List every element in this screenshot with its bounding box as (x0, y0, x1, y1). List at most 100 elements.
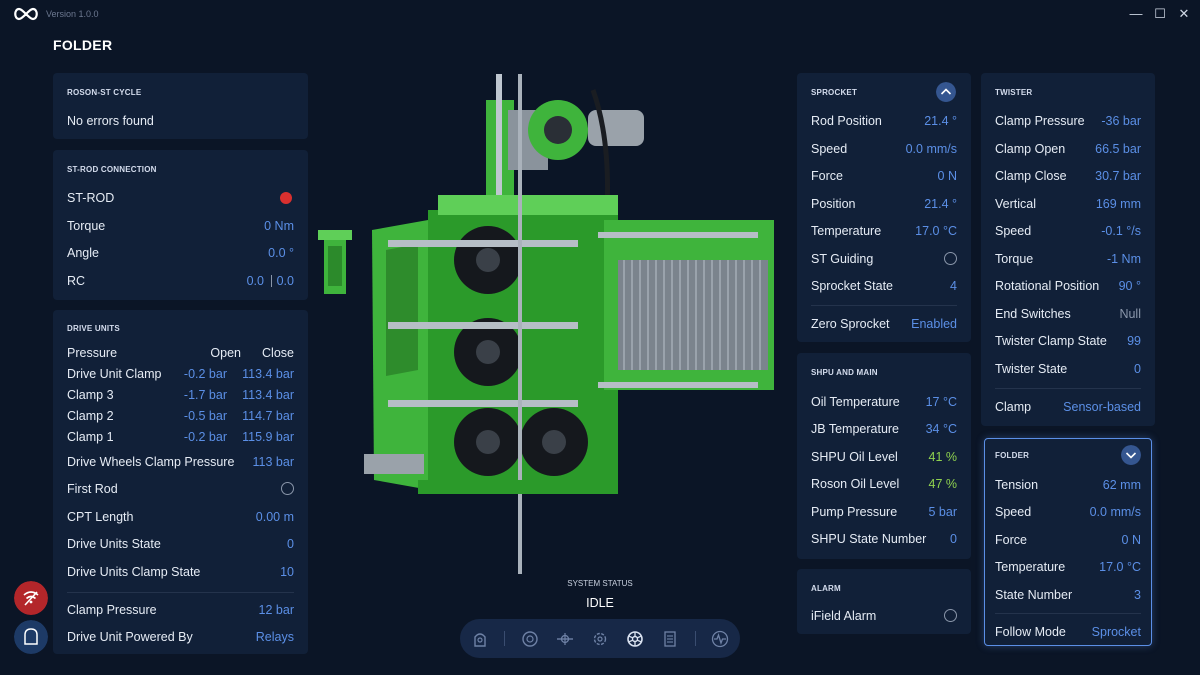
close-header: Close (262, 346, 294, 360)
row-name: Drive Unit Clamp (67, 367, 162, 381)
speed-label: Speed (995, 505, 1032, 519)
oil-temperature-label: Oil Temperature (811, 395, 900, 409)
clamp-pressure-label: Clamp Pressure (995, 114, 1085, 128)
row-open: -0.2 bar (183, 367, 227, 381)
roson-oil-level-value: 47 % (928, 477, 958, 491)
shpu-state-label: SHPU State Number (811, 532, 927, 546)
st-rod-label: ST-ROD (67, 191, 115, 205)
ifield-alarm-label: iField Alarm (811, 609, 877, 623)
roson-oil-level-label: Roson Oil Level (811, 477, 900, 491)
cpt-length-label: CPT Length (67, 510, 134, 524)
divider (995, 388, 1141, 389)
open-header: Open (210, 346, 241, 360)
temperature-value: 17.0 °C (915, 224, 957, 238)
follow-mode-label: Follow Mode (995, 625, 1066, 639)
drive-units-state-label: Drive Units State (67, 537, 161, 551)
st-guiding-label: ST Guiding (811, 252, 874, 266)
first-rod-label: First Rod (67, 482, 118, 496)
powered-by-label: Drive Unit Powered By (67, 630, 193, 644)
clamp-open-label: Clamp Open (995, 142, 1066, 156)
home-icon[interactable] (471, 630, 489, 648)
bell-button[interactable] (14, 620, 48, 654)
position-label: Position (811, 197, 856, 211)
nav-separator (504, 631, 505, 646)
clamp-state-value: 10 (280, 565, 294, 579)
table-row: Drive Unit Clamp -0.2 bar 113.4 bar (67, 366, 294, 382)
clamp-close-value: 30.7 bar (1095, 169, 1141, 183)
list-icon[interactable] (661, 630, 679, 648)
speed-value: 0.0 mm/s (905, 142, 957, 156)
speed-value: 0.0 mm/s (1089, 505, 1141, 519)
minimize-button[interactable]: — (1128, 6, 1144, 22)
card-title: DRIVE UNITS (67, 324, 120, 333)
force-label: Force (995, 533, 1027, 547)
waveform-icon[interactable] (711, 630, 729, 648)
st-rod-card: ST-ROD CONNECTION ST-ROD Torque 0 Nm Ang… (53, 150, 308, 300)
card-title: SPROCKET (811, 88, 858, 97)
close-button[interactable]: ✕ (1176, 6, 1192, 22)
end-switches-value: Null (1119, 307, 1141, 321)
chevron-down-icon[interactable] (1121, 445, 1141, 465)
table-row: Clamp 1 -0.2 bar 115.9 bar (67, 429, 294, 445)
system-status-value: IDLE (586, 596, 614, 610)
rod-icon[interactable] (556, 630, 574, 648)
clamp-pressure-value: -36 bar (1101, 114, 1141, 128)
row-open: -1.7 bar (183, 388, 227, 402)
row-name: Clamp 2 (67, 409, 114, 423)
rc-value-2: 0.0 (276, 274, 294, 288)
wheels-clamp-label: Drive Wheels Clamp Pressure (67, 455, 235, 469)
force-label: Force (811, 169, 843, 183)
powered-by-value: Relays (255, 630, 294, 644)
temperature-value: 17.0 °C (1099, 560, 1141, 574)
divider (995, 613, 1141, 614)
torque-label: Torque (995, 252, 1034, 266)
sprocket-state-label: Sprocket State (811, 279, 893, 293)
rotational-position-value: 90 ° (1118, 279, 1141, 293)
card-title: SHPU AND MAIN (811, 368, 878, 377)
bottom-navbar (460, 619, 740, 658)
machine-illustration (318, 74, 774, 574)
twister-clamp-state-label: Twister Clamp State (995, 334, 1107, 348)
shpu-state-value: 0 (950, 532, 957, 546)
rod-position-label: Rod Position (811, 114, 882, 128)
sprocket-icon[interactable] (626, 630, 644, 648)
drive-units-card: DRIVE UNITS Pressure Open Close Drive Un… (53, 310, 308, 654)
row-open: -0.2 bar (183, 430, 227, 444)
speed-value: -0.1 °/s (1101, 224, 1141, 238)
force-value: 0 N (937, 169, 957, 183)
speed-label: Speed (995, 224, 1032, 238)
vertical-value: 169 mm (1095, 197, 1141, 211)
row-open: -0.5 bar (183, 409, 227, 423)
no-signal-button[interactable] (14, 581, 48, 615)
rc-label: RC (67, 274, 86, 288)
chevron-up-icon[interactable] (936, 82, 956, 102)
torque-value: 0 Nm (264, 219, 294, 233)
clamp-open-value: 66.5 bar (1095, 142, 1141, 156)
position-value: 21.4 ° (924, 197, 957, 211)
clamp-pressure-label: Clamp Pressure (67, 603, 157, 617)
page-title: FOLDER (53, 37, 113, 53)
row-close: 115.9 bar (242, 430, 294, 444)
row-name: Clamp 1 (67, 430, 114, 444)
jb-temperature-label: JB Temperature (811, 422, 900, 436)
gear-icon[interactable] (591, 630, 609, 648)
maximize-button[interactable]: ☐ (1152, 6, 1168, 22)
sprocket-state-value: 4 (950, 279, 957, 293)
speed-label: Speed (811, 142, 848, 156)
app-version: Version 1.0.0 (46, 9, 99, 19)
clamp-pressure-value: 12 bar (258, 603, 294, 617)
torque-label: Torque (67, 219, 106, 233)
roson-cycle-card: ROSON-ST CYCLE No errors found (53, 73, 308, 139)
cpt-length-value: 0.00 m (255, 510, 294, 524)
temperature-label: Temperature (995, 560, 1066, 574)
app-logo-icon (14, 7, 38, 21)
pump-pressure-value: 5 bar (928, 505, 958, 519)
drive-icon[interactable] (521, 630, 539, 648)
rc-separator (271, 275, 272, 287)
zero-sprocket-label: Zero Sprocket (811, 317, 890, 331)
tension-label: Tension (995, 478, 1039, 492)
state-number-value: 3 (1134, 588, 1141, 602)
vertical-label: Vertical (995, 197, 1036, 211)
twister-card: TWISTER Clamp Pressure -36 bar Clamp Open… (981, 73, 1155, 426)
folder-card[interactable]: FOLDER Tension 62 mm Speed 0.0 mm/s Force 0… (984, 438, 1152, 646)
